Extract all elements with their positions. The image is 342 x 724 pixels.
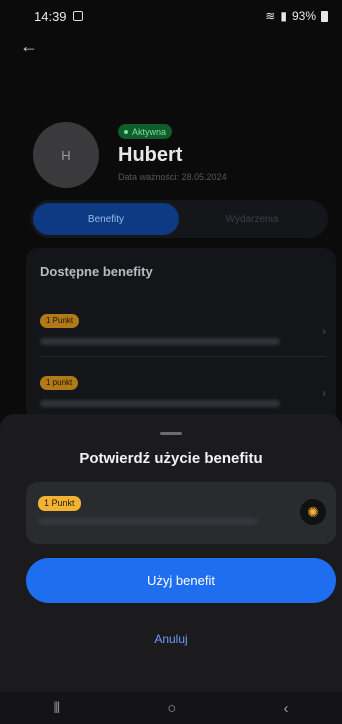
cancel-button[interactable]: Anuluj xyxy=(0,632,342,646)
status-badge: Aktywna xyxy=(118,124,173,139)
validity-date: Data ważności: 28.05.2024 xyxy=(118,172,227,182)
benefit-list-item[interactable]: 1 Punkt › xyxy=(40,310,326,345)
battery-percentage: 93% xyxy=(291,9,316,23)
tab-bar: Benefity Wydarzenia xyxy=(30,200,328,238)
blurred-benefit-name xyxy=(40,400,280,407)
confirm-bottom-sheet: Potwierdź użycie benefitu 1 Punkt ✺ Użyj… xyxy=(0,414,342,692)
chevron-right-icon: › xyxy=(322,386,326,400)
signal-icon: ▮ xyxy=(280,9,287,23)
benefit-list-item[interactable]: 1 punkt › xyxy=(40,372,326,407)
back-icon[interactable]: ‹ xyxy=(283,700,288,717)
avatar-initial: H xyxy=(61,147,71,163)
status-badge-label: Aktywna xyxy=(132,126,167,137)
battery-icon xyxy=(321,10,328,22)
discount-icon: ✺ xyxy=(300,499,326,525)
points-badge: 1 punkt xyxy=(40,376,79,390)
wifi-icon: ≋ xyxy=(265,9,276,23)
points-badge: 1 Punkt xyxy=(40,314,80,328)
tab-benefity[interactable]: Benefity xyxy=(33,203,179,235)
selected-benefit-card: 1 Punkt ✺ xyxy=(26,482,336,544)
home-icon[interactable]: ○ xyxy=(167,700,176,717)
back-arrow-icon[interactable]: ← xyxy=(20,36,38,57)
sheet-drag-handle[interactable] xyxy=(160,432,182,435)
recent-apps-icon[interactable]: ⦀ xyxy=(54,700,61,717)
divider xyxy=(40,356,326,357)
chevron-right-icon: › xyxy=(322,324,326,338)
sheet-title: Potwierdź użycie benefitu xyxy=(79,450,263,467)
use-benefit-button[interactable]: Użyj benefit xyxy=(26,558,336,603)
benefits-title: Dostępne benefity xyxy=(40,264,153,279)
blurred-benefit-name xyxy=(38,518,258,525)
status-dot-icon xyxy=(124,129,128,134)
status-time: 14:39 xyxy=(34,8,67,24)
system-nav-bar: ⦀ ○ ‹ xyxy=(0,692,342,724)
points-badge: 1 Punkt xyxy=(38,496,81,511)
avatar: H xyxy=(33,122,99,188)
user-name: Hubert xyxy=(118,144,183,166)
tab-wydarzenia[interactable]: Wydarzenia xyxy=(179,203,325,235)
blurred-benefit-name xyxy=(40,338,280,345)
status-bar: 14:39 ≋ ▮ 93% xyxy=(0,0,342,32)
gallery-icon xyxy=(72,11,83,21)
